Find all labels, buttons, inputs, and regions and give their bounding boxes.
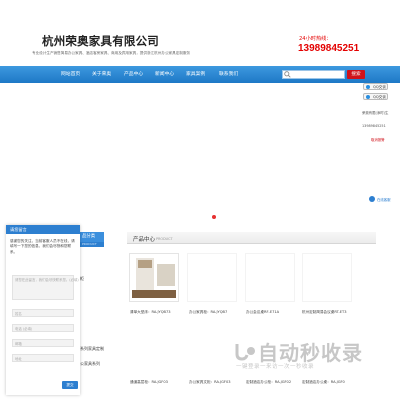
search-input[interactable] — [282, 70, 345, 79]
qq-chat-label: QQ交谈 — [373, 95, 386, 99]
popup-title: 请您留言 — [6, 225, 80, 234]
products-title-en: PRODUCT — [156, 237, 173, 241]
qq-chat-button-2[interactable]: QQ交谈 — [363, 93, 388, 100]
side-contact-line: 荣奥有限(添时)生 — [362, 111, 389, 115]
name-field[interactable]: 姓名 — [12, 309, 74, 317]
product-caption[interactable]: 定制酒店办公柜：RA.JGF02 — [246, 380, 296, 385]
product-caption[interactable]: 办公家具文柜：RA.JGF03 — [189, 380, 239, 385]
product-image[interactable] — [302, 253, 352, 302]
category-title: 品分类 — [80, 232, 104, 242]
company-title: 杭州荣奥家具有限公司 — [42, 34, 159, 48]
product-caption[interactable]: 清单大型床：RA.JYQB73 — [130, 310, 180, 315]
product-image[interactable] — [187, 253, 237, 302]
nav-item-home[interactable]: 网站首页 — [61, 66, 80, 83]
message-textarea[interactable]: 请您在此留言，我们会尽快联系您。(必填) — [12, 275, 79, 300]
qq-icon — [366, 95, 370, 99]
side-phone-line: 13989845251 — [362, 124, 386, 128]
qq-chat-label: QQ交谈 — [373, 85, 386, 89]
phone-field[interactable]: 电话 (必填) — [12, 324, 74, 332]
search-icon — [284, 71, 291, 78]
address-field[interactable]: 地址 — [12, 354, 74, 362]
nav-item-cases[interactable]: 家具案例 — [186, 66, 205, 83]
product-image[interactable] — [129, 253, 179, 302]
hotline-label: 24小时热线： — [299, 36, 332, 42]
category-link[interactable]: 系列家具定制 — [80, 346, 104, 352]
watermark-logo-icon — [235, 344, 255, 361]
popup-submit-button[interactable]: 提交 — [62, 381, 78, 389]
nav-item-news[interactable]: 新闻中心 — [155, 66, 174, 83]
qq-chat-button-1[interactable]: QQ交谈 — [363, 83, 388, 90]
popup-message: 感谢您的关注，当前客服人员不在线，请填写一下您的信息，我们会尽快和您联系。 — [10, 239, 75, 254]
product-image[interactable] — [245, 253, 295, 302]
qq-icon — [366, 85, 370, 89]
nav-item-about[interactable]: 关于荣奥 — [92, 66, 111, 83]
side-cancel-link[interactable]: 取消报警 — [371, 137, 385, 142]
category-link[interactable]: 柜 — [80, 276, 84, 282]
product-caption[interactable]: 办公会议桌RF-E71A — [246, 310, 296, 315]
search-button[interactable]: 搜索 — [347, 70, 365, 79]
category-link[interactable]: 公家具系列 — [80, 361, 100, 367]
nav-item-contact[interactable]: 联系我们 — [219, 66, 238, 83]
products-title: 产品中心 — [133, 237, 156, 243]
banner-slide-dot[interactable] — [212, 215, 216, 219]
online-service-label[interactable]: 在线客服 — [377, 197, 391, 202]
nav-item-products[interactable]: 产品中心 — [124, 66, 143, 83]
product-caption[interactable]: 通道高层柜：RA.JGF03 — [130, 380, 180, 385]
online-service-icon — [369, 196, 375, 202]
company-subtitle: 专业设计生产销售简易办公家具、酒店客房家具、商用及宾用家具，提供浙江杭州办公家具… — [32, 51, 191, 55]
product-caption[interactable]: 杭州定制简易会议桌RT-ET3 — [302, 310, 352, 315]
product-caption[interactable]: 定制酒店办公桌：RA.JGF0 — [302, 380, 352, 385]
hotline-number: 13989845251 — [298, 43, 360, 54]
category-title-en: PRODUCT — [80, 242, 104, 247]
product-caption[interactable]: 办公家具柜：RA.JYQB7 — [189, 310, 239, 315]
message-popup: 请您留言 感谢您的关注，当前客服人员不在线，请填写一下您的信息，我们会尽快和您联… — [6, 225, 80, 395]
email-field[interactable]: 邮箱 — [12, 339, 74, 347]
watermark-subtext: 一键登录一来访一次一秒收录 — [236, 364, 315, 370]
